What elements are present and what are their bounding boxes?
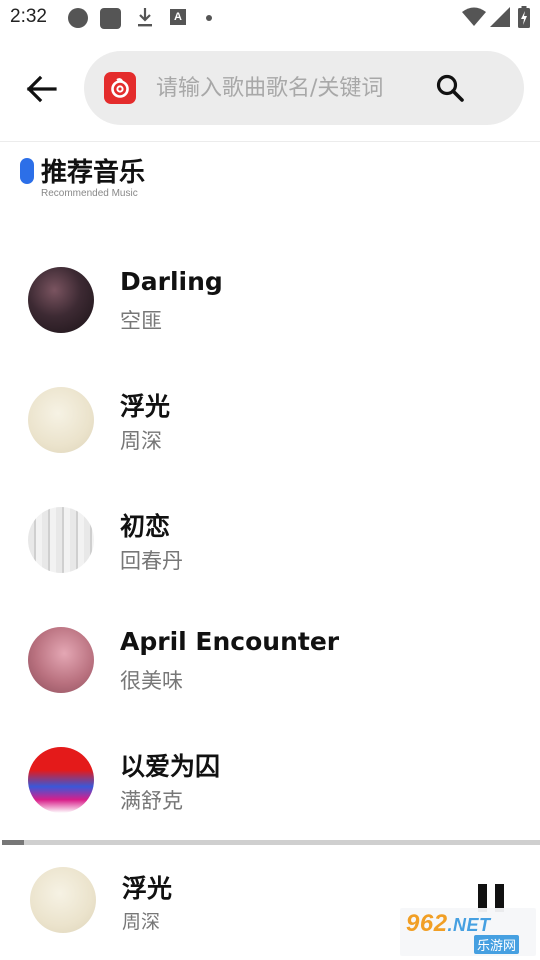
player-song-title: 浮光 [122,874,173,903]
song-artist: 很美味 [120,669,183,693]
song-item-darling[interactable]: Darling 空匪 [0,240,540,360]
site-watermark: 962.NET 乐游网 [400,908,536,956]
song-item-april-encounter[interactable]: April Encounter 很美味 [0,600,540,720]
dot-icon [206,15,212,21]
download-icon [138,8,152,27]
song-cover [28,267,94,333]
song-artist: 满舒克 [120,789,183,813]
song-title: Darling [120,267,223,296]
search-button[interactable] [432,70,468,106]
search-box[interactable] [84,51,524,125]
arrow-left-icon [26,75,57,103]
song-artist: 空匪 [120,309,162,333]
search-input[interactable] [156,69,426,107]
song-cover [28,507,94,573]
song-title: 初恋 [120,512,171,541]
search-icon [436,74,464,102]
battery-icon [518,6,530,28]
watermark-logo: 962.NET [406,910,491,938]
song-cover [28,747,94,813]
song-cover [28,387,94,453]
song-cover [28,627,94,693]
status-bar: 2:32 A [0,0,540,38]
song-item-chulian[interactable]: 初恋 回春丹 [0,480,540,600]
song-artist: 周深 [120,429,162,453]
watermark-site: 乐游网 [474,935,520,954]
section-title: 推荐音乐 [41,158,146,188]
netease-music-logo [104,72,136,104]
font-a-icon: A [170,9,186,25]
song-artist: 回春丹 [120,549,183,573]
status-time: 2:32 [10,6,47,27]
song-title: 以爱为囚 [120,752,221,781]
square-icon [100,8,121,29]
wifi-icon [462,7,486,26]
song-item-fuguang[interactable]: 浮光 周深 [0,360,540,480]
section-header: 推荐音乐 Recommended Music [20,150,320,210]
signal-icon [490,7,510,27]
section-accent-bar [20,158,34,184]
search-header [0,38,540,142]
section-subtitle: Recommended Music [41,188,138,199]
song-item-yiaiweiqiu[interactable]: 以爱为囚 满舒克 [0,720,540,840]
player-artist: 周深 [122,911,161,933]
back-button[interactable] [22,70,60,108]
watermark-net: .NET [447,915,491,935]
song-list: Darling 空匪 浮光 周深 初恋 回春丹 April Encounter … [0,240,540,840]
song-title: 浮光 [120,392,171,421]
circle-icon [68,8,88,28]
watermark-number: 962 [406,910,448,937]
song-title: April Encounter [120,627,340,656]
player-cover [30,867,96,933]
